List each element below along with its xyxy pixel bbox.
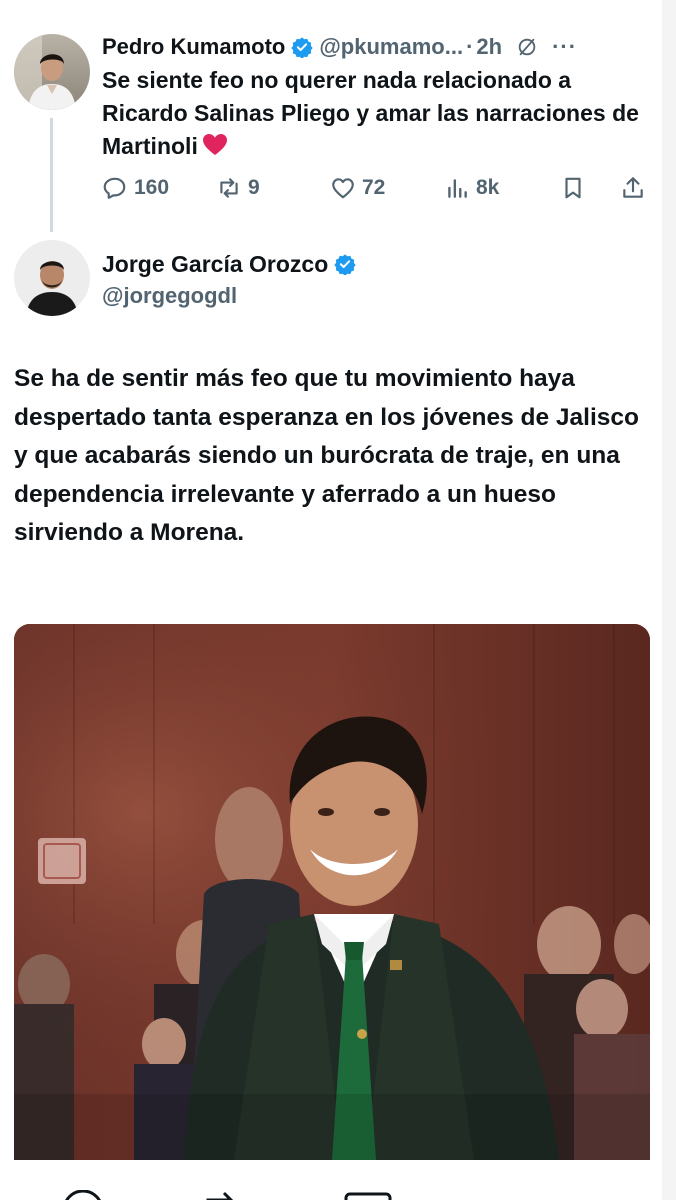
bottom-navigation xyxy=(0,1160,662,1200)
verified-badge-icon xyxy=(291,36,313,59)
avatar-pedro[interactable] xyxy=(14,34,90,110)
thread-connector-line xyxy=(50,118,53,232)
author-name[interactable]: Pedro Kumamoto xyxy=(102,34,285,60)
heart-icon xyxy=(332,178,354,199)
views-count: 8k xyxy=(476,176,500,199)
reply-author-row: Jorge García Orozco xyxy=(102,248,362,280)
tweet-text: Se siente feo no querer nada relacionado… xyxy=(102,64,650,163)
scroll-gutter xyxy=(662,0,676,1200)
grok-icon[interactable] xyxy=(516,36,538,58)
header-separator: · xyxy=(466,34,474,59)
verified-badge-icon xyxy=(334,253,356,276)
reply-tweet-text: Se ha de sentir más feo que tu movimient… xyxy=(14,365,639,546)
retweet-icon xyxy=(220,178,238,198)
reply-icon xyxy=(103,177,126,199)
bookmark-button[interactable] xyxy=(560,170,592,206)
repost-nav-icon[interactable] xyxy=(204,1190,238,1200)
tweet-photo[interactable] xyxy=(14,624,650,1160)
messages-icon[interactable] xyxy=(344,1190,392,1200)
more-icon[interactable]: ··· xyxy=(552,34,577,60)
reply-author-name[interactable]: Jorge García Orozco xyxy=(102,251,328,278)
share-button[interactable] xyxy=(620,170,652,206)
author-handle[interactable]: @pkumamo... xyxy=(319,34,463,60)
views-icon xyxy=(448,179,467,198)
screenshot-page: Pedro Kumamoto @pkumamo... · 2h ··· Se s… xyxy=(0,0,676,1200)
tweet-header: Pedro Kumamoto @pkumamo... · 2h ··· xyxy=(102,30,652,64)
search-icon[interactable] xyxy=(62,1190,104,1200)
bookmark-icon xyxy=(565,177,581,199)
red-heart-icon xyxy=(202,133,228,157)
share-icon xyxy=(623,177,643,198)
tweet-text-content: Se siente feo no querer nada relacionado… xyxy=(102,67,639,159)
reply-button[interactable]: 160 xyxy=(102,170,169,206)
retweet-button[interactable]: 9 xyxy=(216,170,260,206)
like-count: 72 xyxy=(362,176,386,199)
reply-author-handle[interactable]: @jorgegogdl xyxy=(102,280,237,312)
reply-count: 160 xyxy=(134,176,170,199)
tweet-actions-bar: 160 9 72 8k xyxy=(102,170,650,206)
tweet-thread: Pedro Kumamoto @pkumamo... · 2h ··· Se s… xyxy=(0,0,663,1160)
tweet-time[interactable]: 2h xyxy=(476,34,502,60)
avatar-jorge[interactable] xyxy=(14,240,90,316)
retweet-count: 9 xyxy=(248,176,260,199)
views-button[interactable]: 8k xyxy=(444,170,499,206)
like-button[interactable]: 72 xyxy=(330,170,385,206)
